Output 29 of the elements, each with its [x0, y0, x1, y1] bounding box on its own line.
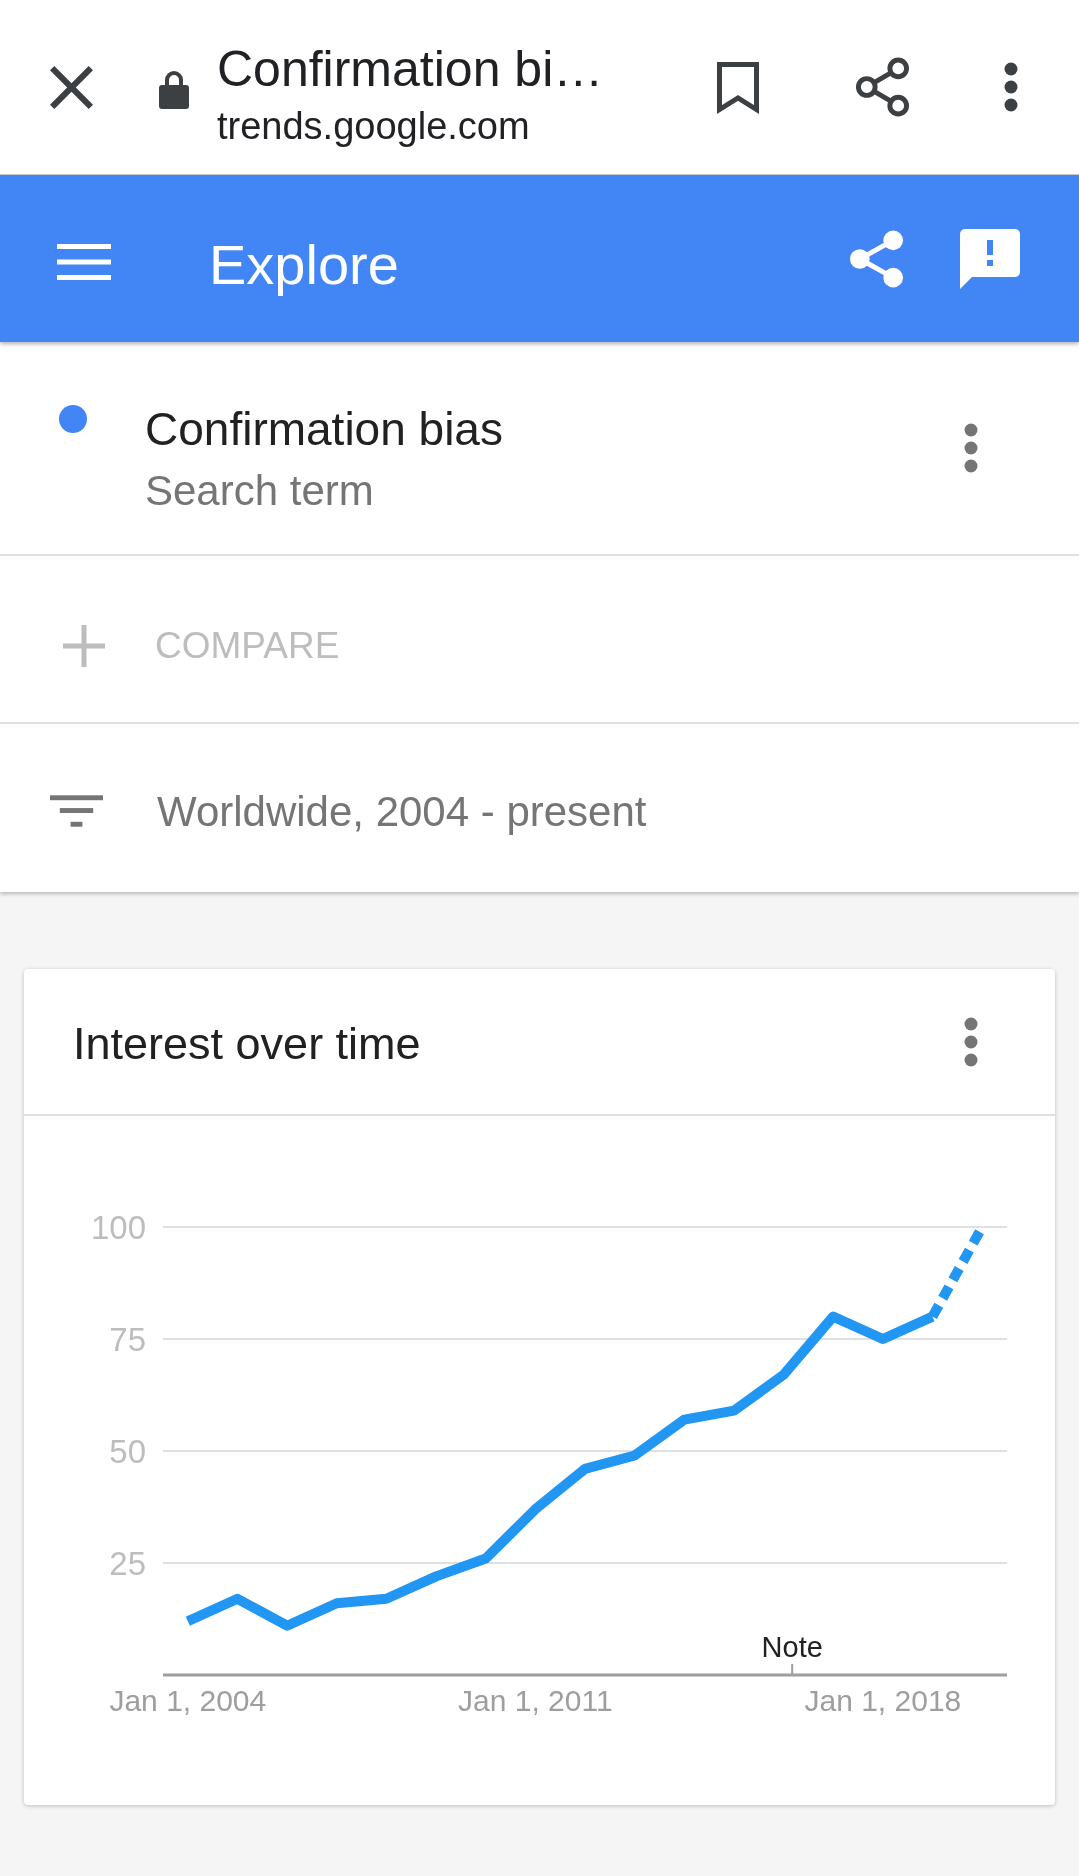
x-tick-label: Jan 1, 2011 [458, 1683, 613, 1717]
kebab-menu-icon [964, 423, 978, 473]
app-title: Explore [209, 232, 400, 297]
lock-icon [159, 69, 189, 109]
kebab-menu-icon [964, 1016, 978, 1067]
share-icon [849, 228, 904, 289]
menu-icon [57, 243, 111, 280]
annotation: Note [761, 1631, 823, 1663]
share-icon [855, 57, 910, 117]
term-type: Search term [145, 466, 375, 516]
y-tick-label: 100 [90, 1208, 146, 1246]
term-name: Confirmation bias [145, 402, 504, 456]
y-tick-label: 25 [109, 1544, 146, 1582]
bookmark-icon [716, 60, 760, 114]
card-title: Interest over time [73, 1017, 422, 1070]
kebab-menu-icon [1004, 62, 1018, 112]
x-tick-label: Jan 1, 2004 [109, 1683, 267, 1717]
y-tick-label: 50 [109, 1432, 146, 1470]
y-tick-label: 75 [109, 1320, 146, 1358]
compare-field[interactable]: COMPARE [155, 622, 715, 670]
filter-icon [50, 795, 103, 829]
page-title: Confirmation bi… [217, 40, 605, 99]
feedback-icon [960, 228, 1020, 289]
add-icon [63, 625, 105, 667]
x-tick-label: Jan 1, 2018 [804, 1683, 962, 1717]
note-label[interactable]: Note [761, 1631, 823, 1676]
close-icon [50, 65, 93, 109]
filter-button[interactable]: Worldwide, 2004 - present [40, 778, 657, 846]
page-url: trends.google.com [217, 104, 531, 149]
